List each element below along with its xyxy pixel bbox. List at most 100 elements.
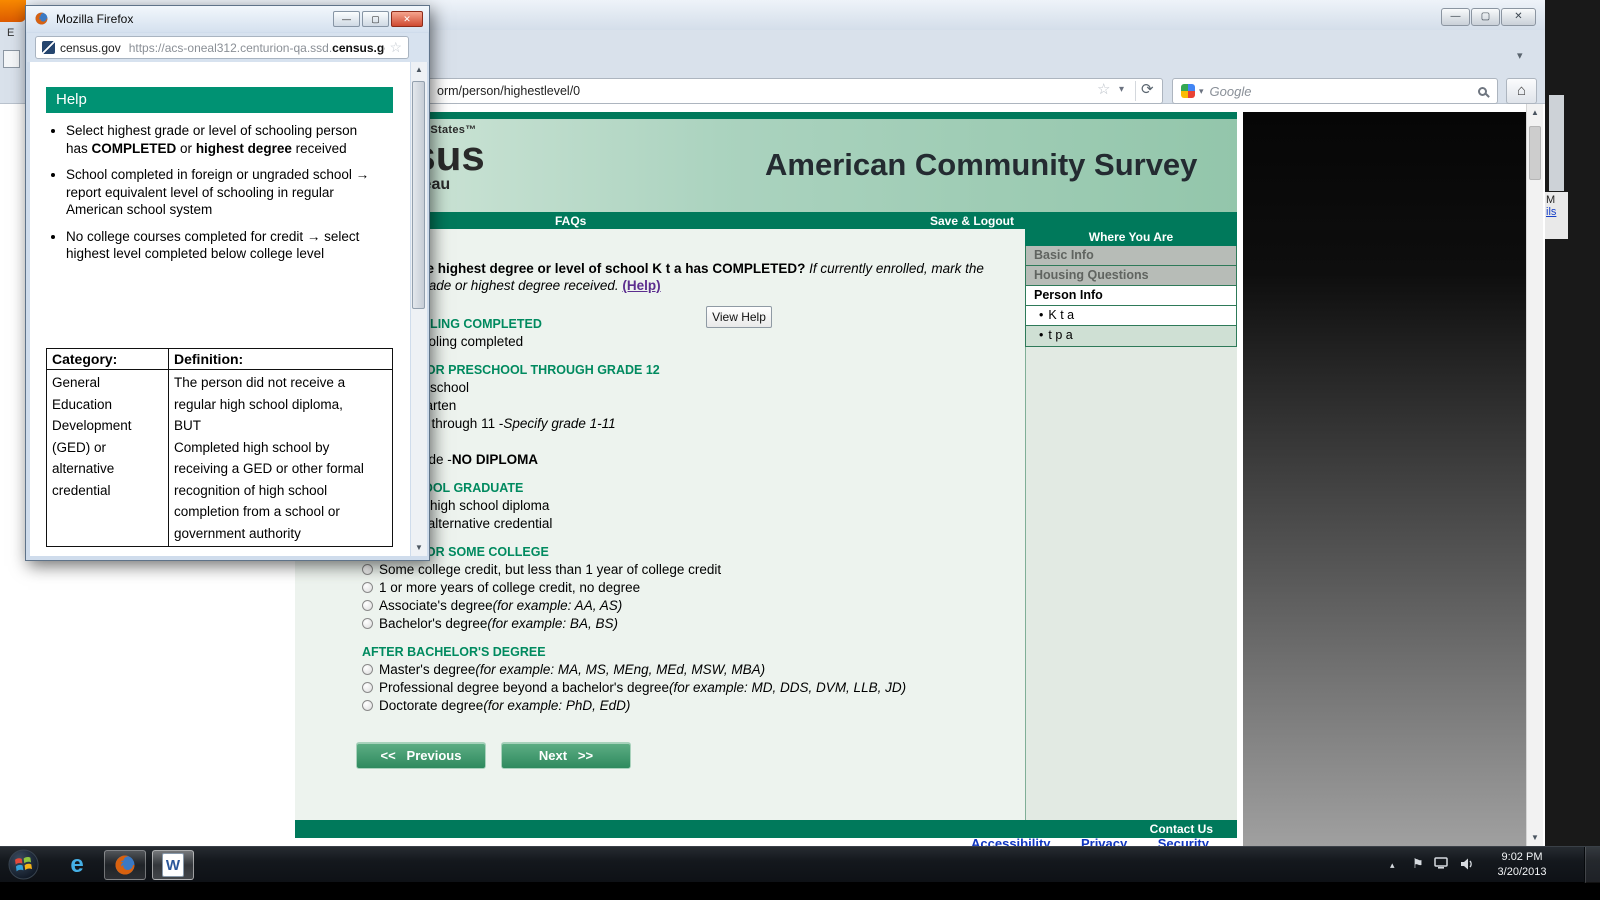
option-associates[interactable]: Associate's degree (for example: AA, AS) <box>362 596 1027 614</box>
sidebar-item-person-tpa[interactable]: •t p a <box>1026 326 1236 346</box>
start-button[interactable] <box>8 849 39 880</box>
radio-icon[interactable] <box>362 664 373 675</box>
page-icon-fragment <box>3 50 20 68</box>
search-engine-label[interactable]: Google <box>1210 84 1478 99</box>
search-box[interactable]: ▾ Google <box>1172 78 1498 104</box>
table-row: General Education Development (GED) or a… <box>47 370 393 547</box>
sidebar-item-basic-info: Basic Info <box>1026 246 1236 266</box>
search-icon[interactable] <box>1478 87 1487 96</box>
sidebar-item-person-kta[interactable]: •K t a <box>1026 306 1236 326</box>
tray-show-hidden-icon[interactable]: ▴ <box>1390 860 1395 871</box>
radio-icon[interactable] <box>362 582 373 593</box>
tray-volume-icon[interactable] <box>1459 857 1475 871</box>
radio-icon[interactable] <box>362 682 373 693</box>
nav-save-logout[interactable]: Save & Logout <box>930 214 1014 228</box>
taskbar-word-button[interactable]: W <box>152 850 194 880</box>
popup-maximize-button[interactable]: ▢ <box>362 11 389 27</box>
option-professional[interactable]: Professional degree beyond a bachelor's … <box>362 678 1027 696</box>
popup-minimize-button[interactable]: — <box>333 11 360 27</box>
taskbar-firefox-button[interactable] <box>104 850 146 880</box>
address-bar-url[interactable]: orm/person/highestlevel/0 <box>437 84 580 98</box>
option-kindergarten[interactable]: Kindergarten <box>362 396 1027 414</box>
census-favicon <box>42 41 55 54</box>
maximize-button[interactable]: ▢ <box>1471 8 1500 26</box>
radio-icon[interactable] <box>362 618 373 629</box>
option-bachelors[interactable]: Bachelor's degree (for example: BA, BS) <box>362 614 1027 632</box>
scroll-down-icon[interactable]: ▼ <box>1527 829 1543 846</box>
show-desktop-button[interactable] <box>1584 847 1600 883</box>
table-header-category: Category: <box>47 349 169 370</box>
tray-network-icon[interactable] <box>1434 857 1450 871</box>
option-masters[interactable]: Master's degree (for example: MA, MS, ME… <box>362 660 1027 678</box>
option-grade-1-11[interactable]: Grade 1 through 11 - Specify grade 1-11 <box>362 414 1027 432</box>
toolbar-overflow-chevron-icon[interactable]: ▾ <box>1517 49 1523 62</box>
next-button[interactable]: Next >> <box>501 742 631 769</box>
clock-time: 9:02 PM <box>1482 850 1562 865</box>
option-no-schooling[interactable]: No schooling completed <box>362 332 1027 350</box>
page-background-gradient <box>1243 112 1526 846</box>
popup-scrollbar-thumb[interactable] <box>412 81 425 309</box>
search-engine-dropdown-icon[interactable]: ▾ <box>1199 86 1204 97</box>
option-doctorate[interactable]: Doctorate degree (for example: PhD, EdD) <box>362 696 1027 714</box>
scrollbar-thumb[interactable] <box>1529 126 1541 180</box>
popup-scroll-down-icon[interactable]: ▼ <box>411 540 427 556</box>
background-window-text-fragment: M ils <box>1545 192 1568 239</box>
radio-icon[interactable] <box>362 700 373 711</box>
sidebar-title: Where You Are <box>1025 229 1237 246</box>
firefox-icon <box>113 853 137 877</box>
section-heading-preschool-grade12: NURSERY OR PRESCHOOL THROUGH GRADE 12 <box>362 362 1027 378</box>
popup-url-text[interactable]: https://acs-oneal312.centurion-qa.ssd.ce… <box>129 41 386 55</box>
option-12th-no-diploma[interactable]: 12th grade - NO DIPLOMA <box>362 450 1027 468</box>
main-scrollbar[interactable]: ▲ ▼ <box>1526 104 1543 846</box>
minimize-button[interactable]: — <box>1441 8 1470 26</box>
firefox-menu-button-fragment[interactable] <box>0 0 26 22</box>
popup-bookmark-star-icon[interactable]: ☆ <box>389 39 402 56</box>
previous-button[interactable]: << Previous <box>356 742 486 769</box>
help-link[interactable]: (Help) <box>622 278 660 293</box>
option-1plus-years[interactable]: 1 or more years of college credit, no de… <box>362 578 1027 596</box>
privacy-link[interactable]: Privacy <box>1081 836 1127 846</box>
option-nursery[interactable]: Nursery school <box>362 378 1027 396</box>
site-identity-label[interactable]: census.gov <box>60 41 121 55</box>
option-some-college-lt1[interactable]: Some college credit, but less than 1 yea… <box>362 560 1027 578</box>
answer-sections: NO SCHOOLING COMPLETED No schooling comp… <box>362 308 1027 714</box>
reload-icon[interactable]: ⟳ <box>1141 80 1154 98</box>
sidebar-item-housing-questions: Housing Questions <box>1026 266 1236 286</box>
popup-close-button[interactable]: ✕ <box>391 11 423 27</box>
radio-icon[interactable] <box>362 564 373 575</box>
url-separator <box>1135 81 1136 101</box>
contact-us-link[interactable]: Contact Us <box>1150 822 1213 836</box>
scroll-up-icon[interactable]: ▲ <box>1527 104 1543 121</box>
url-dropdown-icon[interactable]: ▾ <box>1119 84 1124 95</box>
table-cell-category: General Education Development (GED) or a… <box>47 370 169 547</box>
popup-scroll-up-icon[interactable]: ▲ <box>411 62 427 78</box>
taskbar-ie-button[interactable]: e <box>56 850 98 880</box>
popup-address-bar[interactable]: census.gov https://acs-oneal312.centurio… <box>35 36 409 59</box>
radio-icon[interactable] <box>362 600 373 611</box>
bullet-icon: • <box>1039 308 1043 322</box>
page-title: American Community Survey <box>765 147 1197 183</box>
option-regular-diploma[interactable]: Regular high school diploma <box>362 496 1027 514</box>
page-top-strip <box>295 112 1237 119</box>
home-button[interactable]: ⌂ <box>1506 78 1537 104</box>
nav-faqs[interactable]: FAQs <box>555 214 586 228</box>
taskbar-clock[interactable]: 9:02 PM 3/20/2013 <box>1482 850 1562 880</box>
internet-explorer-icon: e <box>70 851 83 879</box>
popup-title-bar[interactable]: Mozilla Firefox — ▢ ✕ <box>26 6 429 32</box>
google-logo-icon[interactable] <box>1181 84 1195 98</box>
option-ged[interactable]: GED or alternative credential <box>362 514 1027 532</box>
fragment-m: M <box>1546 194 1555 206</box>
accessibility-link[interactable]: Accessibility <box>971 836 1051 846</box>
bookmark-star-icon[interactable]: ☆ <box>1097 80 1110 98</box>
sidebar-items: Basic Info Housing Questions Person Info… <box>1025 246 1237 347</box>
fragment-link[interactable]: ils <box>1546 206 1567 218</box>
security-link[interactable]: Security <box>1158 836 1209 846</box>
tray-action-center-icon[interactable]: ⚑ <box>1412 856 1424 872</box>
table-cell-definition: The person did not receive a regular hig… <box>169 370 393 547</box>
popup-scrollbar[interactable]: ▲ ▼ <box>411 62 427 556</box>
popup-window-title: Mozilla Firefox <box>56 12 133 26</box>
clock-date: 3/20/2013 <box>1482 865 1562 880</box>
menu-fragment: E <box>7 27 14 39</box>
firefox-icon <box>34 11 49 26</box>
close-button[interactable]: ✕ <box>1501 8 1536 26</box>
